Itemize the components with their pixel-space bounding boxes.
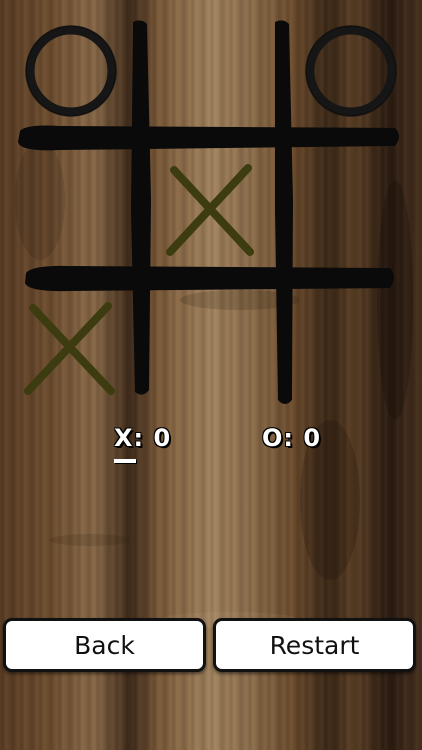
cell-2-2[interactable] — [292, 288, 417, 408]
restart-button[interactable]: Restart — [213, 618, 416, 672]
game-board — [10, 10, 417, 408]
cell-2-1[interactable] — [150, 288, 275, 408]
cell-1-2[interactable] — [292, 148, 417, 270]
score-o: O: 0 — [262, 424, 322, 452]
cell-0-1[interactable] — [150, 10, 275, 135]
turn-indicator — [114, 459, 136, 463]
score-x: X: 0 — [114, 424, 172, 452]
back-button[interactable]: Back — [3, 618, 206, 672]
cell-1-0[interactable] — [10, 148, 135, 270]
grid-line-vertical-right — [275, 20, 293, 405]
game-screen: X: 0 O: 0 Back Restart — [0, 0, 422, 750]
